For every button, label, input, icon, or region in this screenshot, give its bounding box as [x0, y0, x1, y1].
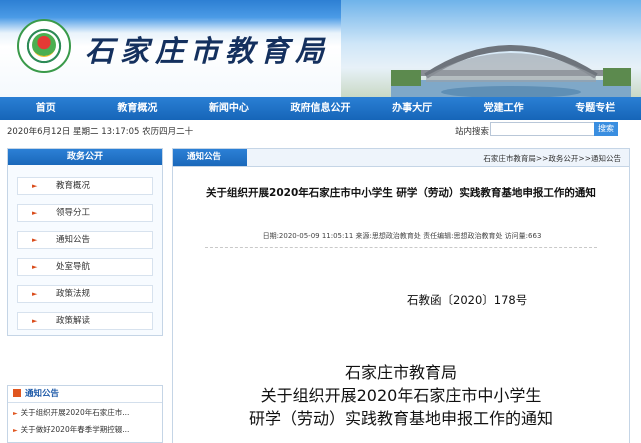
sidebar-title: 政务公开: [8, 149, 162, 165]
main-nav: 首页 教育概况 新闻中心 政府信息公开 办事大厅 党建工作 专题专栏: [0, 97, 641, 120]
sidebar-item-label: 领导分工: [56, 208, 91, 218]
header-banner: 石家庄市教育局: [0, 0, 641, 97]
nav-service-hall[interactable]: 办事大厅: [366, 97, 458, 120]
current-date: 2020年6月12日 星期二 13:17:05 农历四月二十: [7, 127, 194, 137]
nav-gov-info-disclosure[interactable]: 政府信息公开: [275, 97, 367, 120]
document-heading-line: 石家庄市教育局: [344, 363, 457, 382]
nav-news-center[interactable]: 新闻中心: [183, 97, 275, 120]
search-label: 站内搜索:: [455, 127, 492, 137]
sidebar-item-label: 处室导航: [56, 262, 91, 272]
arrow-right-icon: ►: [32, 209, 38, 217]
article-panel-header: 通知公告 石家庄市教育局>>政务公开>>通知公告: [173, 149, 629, 167]
breadcrumb[interactable]: 石家庄市教育局>>政务公开>>通知公告: [483, 153, 621, 164]
sidebar-item-department-nav[interactable]: ► 处室导航: [17, 258, 153, 276]
search-input[interactable]: [490, 122, 595, 136]
arrow-right-icon: ►: [32, 290, 38, 298]
education-bureau-logo: [17, 19, 71, 73]
search-button[interactable]: 搜索: [594, 122, 618, 136]
sidebar-panel: 政务公开 ► 教育概况 ► 领导分工 ► 通知公告 ► 处室导航 ► 政策法规 ► 政策解读: [7, 148, 163, 336]
square-bullet-icon: [13, 389, 21, 397]
sidebar-item-leadership[interactable]: ► 领导分工: [17, 204, 153, 222]
notice-panel-title: 通知公告: [25, 389, 60, 399]
sidebar-item-label: 政策解读: [56, 316, 91, 326]
notice-panel-header: 通知公告: [8, 386, 162, 403]
document-heading-line: 关于组织开展2020年石家庄市中小学生: [260, 386, 542, 405]
date-bar: 2020年6月12日 星期二 13:17:05 农历四月二十 站内搜索: 搜索: [0, 120, 641, 140]
zhaozhou-bridge-image: [391, 45, 631, 97]
triangle-bullet-icon: ►: [13, 410, 18, 417]
document-number: 石教函〔2020〕178号: [407, 293, 528, 307]
nav-home[interactable]: 首页: [0, 97, 92, 120]
sidebar-item-notices[interactable]: ► 通知公告: [17, 231, 153, 249]
arrow-right-icon: ►: [32, 317, 38, 325]
sidebar-item-policies[interactable]: ► 政策法规: [17, 285, 153, 303]
sidebar-item-label: 政策法规: [56, 289, 91, 299]
notice-panel: 通知公告 ► 关于组织开展2020年石家庄市... ► 关于做好2020年春季学期控…: [7, 385, 163, 443]
sidebar-item-label: 通知公告: [56, 235, 91, 245]
site-title: 石家庄市教育局: [85, 34, 331, 68]
article-meta: 日期:2020-05-09 11:05:11 来源:思想政治教育处 责任编辑:思…: [262, 232, 542, 240]
nav-special-topics[interactable]: 专题专栏: [549, 97, 641, 120]
sidebar-item-policy-interpretation[interactable]: ► 政策解读: [17, 312, 153, 330]
sidebar-item-education-overview[interactable]: ► 教育概况: [17, 177, 153, 195]
article-title: 关于组织开展2020年石家庄市中小学生 研学（劳动）实践教育基地申报工作的通知: [206, 187, 596, 199]
arrow-right-icon: ►: [32, 263, 38, 271]
triangle-bullet-icon: ►: [13, 427, 18, 434]
arrow-right-icon: ►: [32, 236, 38, 244]
arrow-right-icon: ►: [32, 182, 38, 190]
nav-party-building[interactable]: 党建工作: [458, 97, 550, 120]
document-heading-line: 研学（劳动）实践教育基地申报工作的通知: [248, 409, 553, 428]
tab-notices[interactable]: 通知公告: [173, 149, 247, 166]
notice-list-item[interactable]: ► 关于组织开展2020年石家庄市...: [13, 407, 129, 418]
nav-education-overview[interactable]: 教育概况: [92, 97, 184, 120]
sidebar-item-label: 教育概况: [56, 181, 91, 191]
divider: [205, 247, 597, 248]
notice-list-item[interactable]: ► 关于做好2020年春季学期控辍...: [13, 424, 129, 435]
article-panel: 通知公告 石家庄市教育局>>政务公开>>通知公告 关于组织开展2020年石家庄市…: [172, 148, 630, 443]
